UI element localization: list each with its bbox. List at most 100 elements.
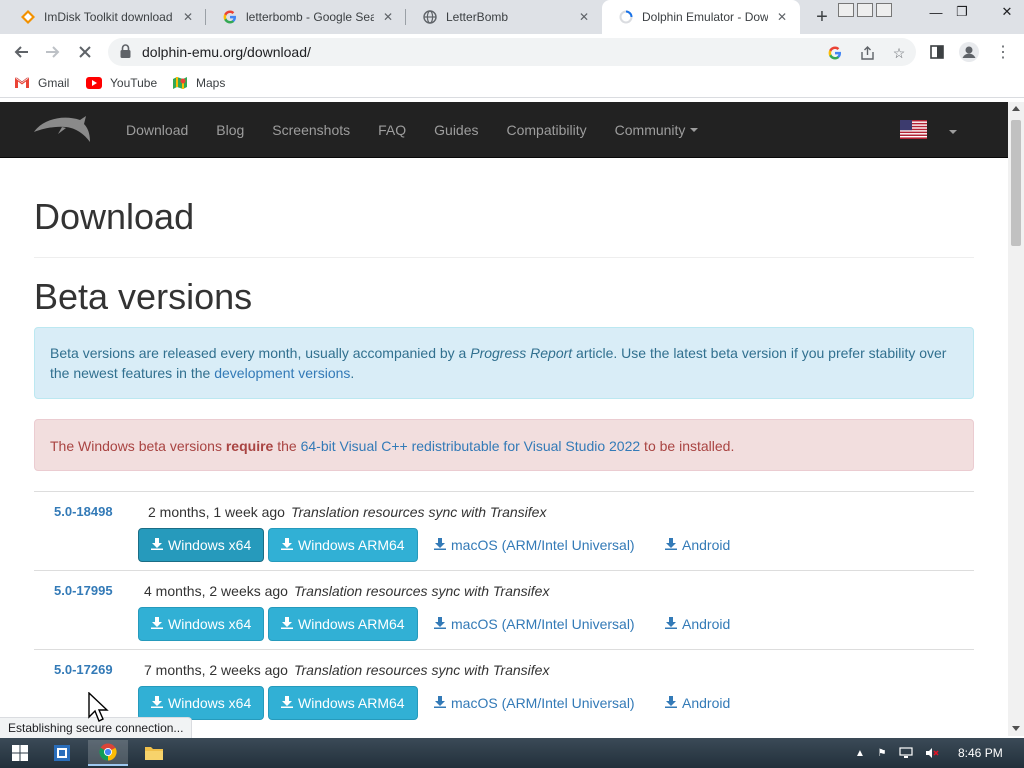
taskbar-chrome[interactable] xyxy=(88,740,128,766)
macos-download-link[interactable]: macOS (ARM/Intel Universal) xyxy=(434,695,635,711)
development-versions-link[interactable]: development versions xyxy=(214,365,350,381)
window-icon[interactable] xyxy=(838,3,854,17)
taskbar-app-explorer-pin[interactable] xyxy=(42,740,82,766)
us-flag-icon[interactable] xyxy=(900,120,927,139)
nav-faq[interactable]: FAQ xyxy=(364,102,420,158)
address-bar[interactable]: dolphin-emu.org/download/ ☆ xyxy=(108,38,916,66)
caret-down-icon xyxy=(690,128,699,132)
window-icon[interactable] xyxy=(876,3,892,17)
network-icon[interactable] xyxy=(898,745,914,761)
windows-arm64-button[interactable]: Windows ARM64 xyxy=(268,607,418,641)
close-icon[interactable]: ✕ xyxy=(180,9,196,25)
version-link[interactable]: 5.0-17269 xyxy=(54,662,113,677)
nav-compatibility[interactable]: Compatibility xyxy=(493,102,601,158)
vertical-scrollbar[interactable] xyxy=(1008,102,1024,736)
windows-x64-button[interactable]: Windows x64 xyxy=(138,686,265,720)
action-center-flag-icon[interactable]: ⚑ xyxy=(874,745,890,761)
info-alert: Beta versions are released every month, … xyxy=(34,327,974,399)
bookmark-maps[interactable]: Maps xyxy=(172,76,225,90)
scroll-up-arrow-icon[interactable] xyxy=(1012,106,1020,111)
download-icon xyxy=(151,695,163,711)
link-label: macOS (ARM/Intel Universal) xyxy=(451,695,635,711)
version-link[interactable]: 5.0-18498 xyxy=(54,504,113,519)
windows-x64-button[interactable]: Windows x64 xyxy=(138,607,265,641)
bookmark-youtube[interactable]: YouTube xyxy=(86,76,157,90)
browser-toolbar: dolphin-emu.org/download/ ☆ ⋮ xyxy=(0,34,1024,70)
nav-download[interactable]: Download xyxy=(112,102,202,158)
version-link[interactable]: 5.0-17995 xyxy=(54,583,113,598)
tab-letterbomb[interactable]: LetterBomb ✕ xyxy=(406,0,602,34)
windows-x64-button[interactable]: Windows x64 xyxy=(138,528,265,562)
link-label: Android xyxy=(682,537,731,553)
page-title: Download xyxy=(34,196,195,237)
profile-avatar[interactable] xyxy=(956,39,982,65)
restore-button[interactable]: ❐ xyxy=(946,0,978,24)
nav-screenshots[interactable]: Screenshots xyxy=(258,102,364,158)
volume-muted-icon[interactable] xyxy=(924,745,940,761)
info-text: Beta versions are released every month, … xyxy=(50,345,471,361)
scroll-down-arrow-icon[interactable] xyxy=(1012,726,1020,731)
nav-guides[interactable]: Guides xyxy=(420,102,492,158)
globe-icon xyxy=(422,9,438,25)
tab-title: Dolphin Emulator - Dowl xyxy=(642,10,768,24)
link-label: macOS (ARM/Intel Universal) xyxy=(451,616,635,632)
close-icon[interactable]: ✕ xyxy=(380,9,396,25)
macos-download-link[interactable]: macOS (ARM/Intel Universal) xyxy=(434,537,635,553)
tab-title: letterbomb - Google Sea xyxy=(246,10,374,24)
nav-community[interactable]: Community xyxy=(601,102,713,158)
back-button[interactable] xyxy=(8,39,34,65)
download-icon xyxy=(151,537,163,553)
caret-down-icon[interactable] xyxy=(949,130,957,134)
divider xyxy=(34,257,974,258)
stop-loading-button[interactable] xyxy=(72,39,98,65)
side-panel-icon[interactable] xyxy=(924,39,950,65)
bookmark-gmail[interactable]: Gmail xyxy=(14,76,69,90)
tray-chevron-up-icon[interactable]: ▲ xyxy=(852,745,868,761)
google-lens-icon[interactable] xyxy=(826,44,844,62)
arrow-left-icon xyxy=(14,46,28,58)
android-download-link[interactable]: Android xyxy=(665,616,730,632)
version-age: 4 months, 2 weeks ago xyxy=(144,583,288,599)
close-icon[interactable]: ✕ xyxy=(774,9,790,25)
folder-icon xyxy=(145,747,163,760)
bookmark-label: YouTube xyxy=(110,76,158,90)
link-label: macOS (ARM/Intel Universal) xyxy=(451,537,635,553)
download-icon xyxy=(434,616,446,632)
window-icon[interactable] xyxy=(857,3,873,17)
taskbar-clock[interactable]: 8:46 PM xyxy=(958,746,1003,760)
taskbar-file-explorer[interactable] xyxy=(134,740,174,766)
versions-table: 5.0-18498 2 months, 1 week ago Translatio… xyxy=(34,491,974,728)
dolphin-logo[interactable] xyxy=(32,112,92,151)
section-title: Beta versions xyxy=(34,276,253,317)
android-download-link[interactable]: Android xyxy=(665,537,730,553)
button-label: Windows x64 xyxy=(168,537,252,553)
tab-imdisk[interactable]: ImDisk Toolkit download ✕ xyxy=(4,0,206,34)
button-label: Windows ARM64 xyxy=(298,695,405,711)
commit-message: Translation resources sync with Transife… xyxy=(293,583,550,599)
download-icon xyxy=(281,537,293,553)
new-tab-button[interactable]: + xyxy=(810,5,834,29)
windows-arm64-button[interactable]: Windows ARM64 xyxy=(268,528,418,562)
tab-google-search[interactable]: letterbomb - Google Sea ✕ xyxy=(206,0,406,34)
lock-icon[interactable] xyxy=(120,44,131,63)
close-icon[interactable]: ✕ xyxy=(576,9,592,25)
nav-blog[interactable]: Blog xyxy=(202,102,258,158)
android-download-link[interactable]: Android xyxy=(665,695,730,711)
download-icon xyxy=(151,616,163,632)
window-close-button[interactable]: ✕ xyxy=(990,0,1024,24)
url-text: dolphin-emu.org/download/ xyxy=(142,44,311,60)
forward-button[interactable] xyxy=(40,39,66,65)
commit-message: Translation resources sync with Transife… xyxy=(290,504,547,520)
start-button[interactable] xyxy=(0,740,40,766)
download-icon xyxy=(434,537,446,553)
share-icon[interactable] xyxy=(858,44,876,62)
loading-spinner-icon xyxy=(618,9,634,25)
macos-download-link[interactable]: macOS (ARM/Intel Universal) xyxy=(434,616,635,632)
windows-arm64-button[interactable]: Windows ARM64 xyxy=(268,686,418,720)
vc-redist-link[interactable]: 64-bit Visual C++ redistributable for Vi… xyxy=(301,438,641,454)
menu-kebab-icon[interactable]: ⋮ xyxy=(990,39,1016,65)
bookmark-star-icon[interactable]: ☆ xyxy=(890,44,908,62)
scrollbar-thumb[interactable] xyxy=(1011,120,1021,246)
tab-dolphin-emulator[interactable]: Dolphin Emulator - Dowl ✕ xyxy=(602,0,800,34)
bookmark-label: Gmail xyxy=(38,76,70,90)
